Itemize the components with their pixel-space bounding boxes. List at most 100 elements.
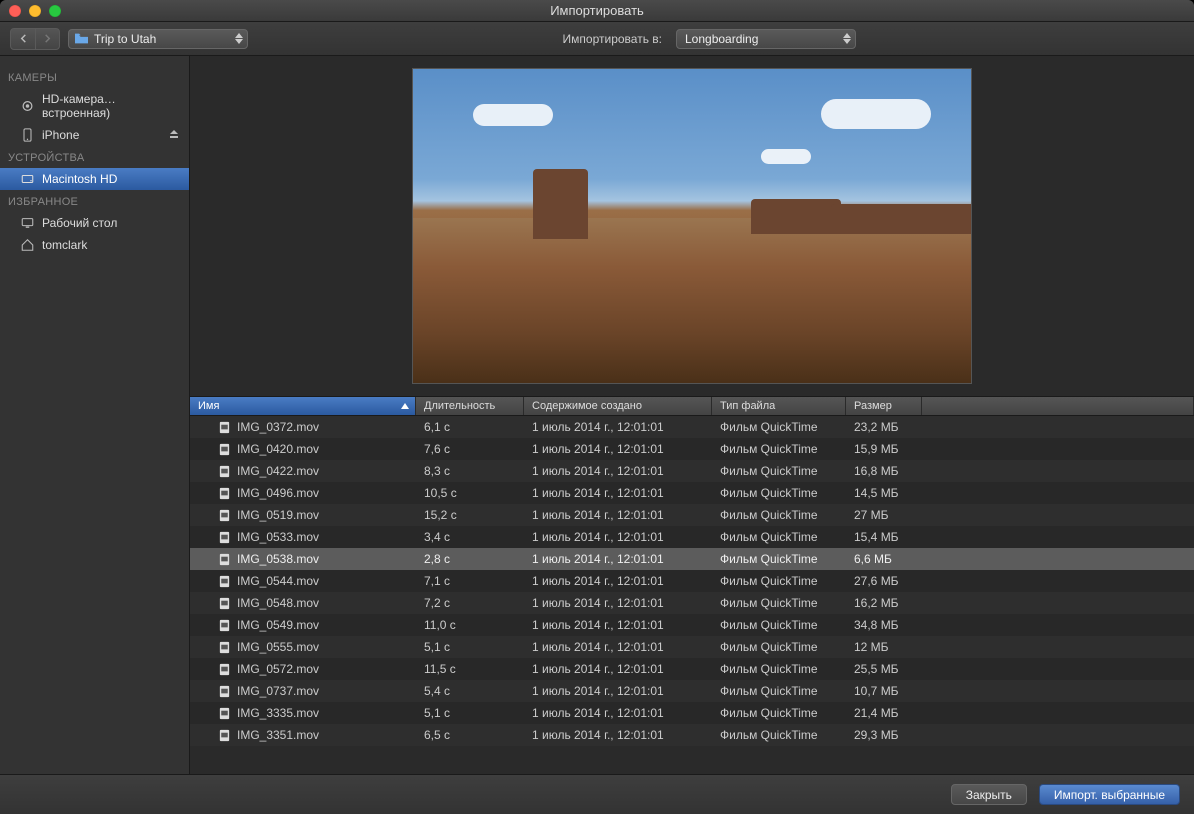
file-duration: 5,1 с <box>416 706 524 720</box>
file-size: 16,8 МБ <box>846 464 922 478</box>
file-type: Фильм QuickTime <box>712 420 846 434</box>
file-name: IMG_0420.mov <box>237 442 319 456</box>
movie-file-icon <box>218 531 231 544</box>
file-created: 1 июль 2014 г., 12:01:01 <box>524 420 712 434</box>
table-row[interactable]: IMG_0496.mov10,5 с1 июль 2014 г., 12:01:… <box>190 482 1194 504</box>
file-created: 1 июль 2014 г., 12:01:01 <box>524 508 712 522</box>
file-size: 34,8 МБ <box>846 618 922 632</box>
file-type: Фильм QuickTime <box>712 706 846 720</box>
sidebar: КАМЕРЫHD-камера…встроенная)iPhoneУСТРОЙС… <box>0 56 190 774</box>
location-dropdown[interactable]: Trip to Utah <box>68 29 248 49</box>
sidebar-section-title: УСТРОЙСТВА <box>0 146 189 168</box>
folder-icon <box>75 33 88 44</box>
sidebar-item-label: HD-камера…встроенная) <box>42 92 181 120</box>
file-name: IMG_0372.mov <box>237 420 319 434</box>
file-type: Фильм QuickTime <box>712 464 846 478</box>
footer: Закрыть Импорт. выбранные <box>0 774 1194 814</box>
file-name: IMG_0549.mov <box>237 618 319 632</box>
file-type: Фильм QuickTime <box>712 662 846 676</box>
import-to-dropdown[interactable]: Longboarding <box>676 29 856 49</box>
table-row[interactable]: IMG_0549.mov11,0 с1 июль 2014 г., 12:01:… <box>190 614 1194 636</box>
traffic-lights <box>0 5 61 17</box>
column-header-type[interactable]: Тип файла <box>712 397 846 415</box>
table-row[interactable]: IMG_3351.mov6,5 с1 июль 2014 г., 12:01:0… <box>190 724 1194 746</box>
movie-file-icon <box>218 707 231 720</box>
file-duration: 7,2 с <box>416 596 524 610</box>
table-row[interactable]: IMG_0544.mov7,1 с1 июль 2014 г., 12:01:0… <box>190 570 1194 592</box>
file-name: IMG_0572.mov <box>237 662 319 676</box>
file-type: Фильм QuickTime <box>712 684 846 698</box>
close-button[interactable]: Закрыть <box>951 784 1027 805</box>
file-created: 1 июль 2014 г., 12:01:01 <box>524 574 712 588</box>
sidebar-item-label: iPhone <box>42 128 79 142</box>
sidebar-item[interactable]: HD-камера…встроенная) <box>0 88 189 124</box>
eject-icon[interactable] <box>169 128 179 142</box>
nav-button-group <box>10 28 60 50</box>
sidebar-item-label: Рабочий стол <box>42 216 117 230</box>
column-header-duration[interactable]: Длительность <box>416 397 524 415</box>
file-duration: 3,4 с <box>416 530 524 544</box>
movie-file-icon <box>218 553 231 566</box>
nav-forward-button[interactable] <box>35 29 59 49</box>
phone-icon <box>20 129 35 141</box>
titlebar: Импортировать <box>0 0 1194 22</box>
file-created: 1 июль 2014 г., 12:01:01 <box>524 706 712 720</box>
table-row[interactable]: IMG_0737.mov5,4 с1 июль 2014 г., 12:01:0… <box>190 680 1194 702</box>
table-row[interactable]: IMG_0555.mov5,1 с1 июль 2014 г., 12:01:0… <box>190 636 1194 658</box>
movie-file-icon <box>218 487 231 500</box>
column-header-size[interactable]: Размер <box>846 397 922 415</box>
column-header-extra[interactable] <box>922 397 1194 415</box>
chevron-left-icon <box>19 34 28 43</box>
file-type: Фильм QuickTime <box>712 596 846 610</box>
file-name: IMG_3335.mov <box>237 706 319 720</box>
movie-file-icon <box>218 443 231 456</box>
file-size: 29,3 МБ <box>846 728 922 742</box>
table-row[interactable]: IMG_0519.mov15,2 с1 июль 2014 г., 12:01:… <box>190 504 1194 526</box>
preview-area <box>190 56 1194 396</box>
import-selected-button[interactable]: Импорт. выбранные <box>1039 784 1180 805</box>
camera-icon <box>20 100 35 112</box>
file-table[interactable]: IMG_0372.mov6,1 с1 июль 2014 г., 12:01:0… <box>190 416 1194 774</box>
table-row[interactable]: IMG_0422.mov8,3 с1 июль 2014 г., 12:01:0… <box>190 460 1194 482</box>
file-duration: 11,5 с <box>416 662 524 676</box>
movie-file-icon <box>218 597 231 610</box>
file-name: IMG_3351.mov <box>237 728 319 742</box>
movie-file-icon <box>218 575 231 588</box>
sidebar-item[interactable]: iPhone <box>0 124 189 146</box>
column-header-created[interactable]: Содержимое создано <box>524 397 712 415</box>
close-window-button[interactable] <box>9 5 21 17</box>
table-row[interactable]: IMG_0572.mov 11,5 с1 июль 2014 г., 12:01:… <box>190 658 1194 680</box>
file-name: IMG_0548.mov <box>237 596 319 610</box>
file-size: 25,5 МБ <box>846 662 922 676</box>
file-size: 14,5 МБ <box>846 486 922 500</box>
movie-file-icon <box>218 729 231 742</box>
column-header-name[interactable]: Имя <box>190 397 416 415</box>
toolbar: Trip to Utah Импортировать в: Longboardi… <box>0 22 1194 56</box>
table-row[interactable]: IMG_0372.mov6,1 с1 июль 2014 г., 12:01:0… <box>190 416 1194 438</box>
file-created: 1 июль 2014 г., 12:01:01 <box>524 662 712 676</box>
sidebar-item-label: Macintosh HD <box>42 172 117 186</box>
table-row[interactable]: IMG_0548.mov7,2 с1 июль 2014 г., 12:01:0… <box>190 592 1194 614</box>
sort-ascending-icon <box>401 400 409 412</box>
file-created: 1 июль 2014 г., 12:01:01 <box>524 552 712 566</box>
file-name: IMG_0555.mov <box>237 640 319 654</box>
file-size: 6,6 МБ <box>846 552 922 566</box>
file-created: 1 июль 2014 г., 12:01:01 <box>524 464 712 478</box>
table-row[interactable]: IMG_0533.mov3,4 с1 июль 2014 г., 12:01:0… <box>190 526 1194 548</box>
minimize-window-button[interactable] <box>29 5 41 17</box>
preview-image[interactable] <box>412 68 972 384</box>
nav-back-button[interactable] <box>11 29 35 49</box>
file-size: 23,2 МБ <box>846 420 922 434</box>
table-row[interactable]: IMG_0538.mov2,8 с1 июль 2014 г., 12:01:0… <box>190 548 1194 570</box>
sidebar-item[interactable]: tomclark <box>0 234 189 256</box>
import-window: Импортировать Trip to Utah Импортировать… <box>0 0 1194 814</box>
table-row[interactable]: IMG_0420.mov7,6 с1 июль 2014 г., 12:01:0… <box>190 438 1194 460</box>
table-row[interactable]: IMG_3335.mov 5,1 с1 июль 2014 г., 12:01:0… <box>190 702 1194 724</box>
chevron-right-icon <box>43 34 52 43</box>
movie-file-icon <box>218 663 231 676</box>
file-size: 10,7 МБ <box>846 684 922 698</box>
file-size: 21,4 МБ <box>846 706 922 720</box>
sidebar-item[interactable]: Рабочий стол <box>0 212 189 234</box>
zoom-window-button[interactable] <box>49 5 61 17</box>
sidebar-item[interactable]: Macintosh HD <box>0 168 189 190</box>
